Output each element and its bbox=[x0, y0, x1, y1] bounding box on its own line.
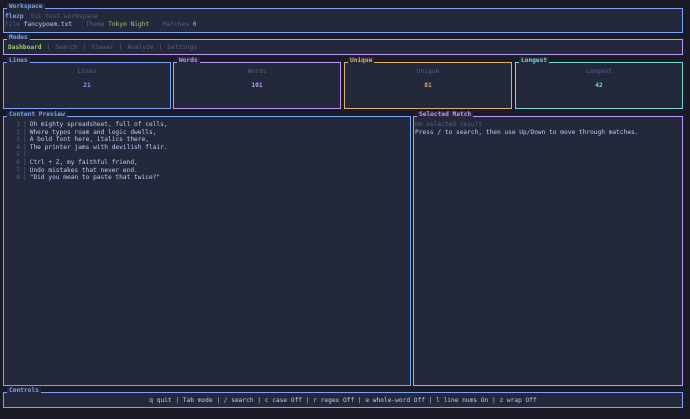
line-number: 7 bbox=[16, 166, 20, 174]
longest-stat-panel: Longest Longest 42 bbox=[515, 57, 683, 109]
longest-stat-value: 42 bbox=[595, 82, 603, 89]
modes-title: Modes bbox=[7, 34, 30, 42]
theme-value: Tokyo Night bbox=[108, 21, 150, 28]
unique-stat-title: Unique bbox=[348, 57, 375, 65]
match-status: No selected result bbox=[415, 121, 483, 128]
preview-line: 5 | bbox=[3, 151, 30, 159]
tab-separator: | bbox=[82, 44, 87, 51]
selected-match-panel: Selected Match No selected result Press … bbox=[413, 111, 683, 386]
app-subtitle: tui text workspace bbox=[30, 13, 98, 20]
keybinding-help: q quit | Tab mode | / search | c case Of… bbox=[149, 397, 537, 404]
longest-stat-title: Longest bbox=[519, 57, 550, 65]
lines-stat-title: Lines bbox=[7, 57, 30, 65]
theme-label: Theme bbox=[85, 21, 105, 28]
line-number: 4 bbox=[16, 143, 20, 151]
tab-analyze[interactable]: Analyze bbox=[127, 44, 153, 51]
content-preview-border bbox=[3, 116, 411, 386]
preview-line: 4 | The printer jams with devilish flair. bbox=[3, 143, 168, 152]
lines-stat-value: 21 bbox=[83, 82, 91, 89]
workspace-title: Workspace bbox=[7, 3, 45, 11]
line-text: Where typos roam and logic dwells, bbox=[29, 128, 157, 136]
match-hint: Press / to search, then use Up/Down to m… bbox=[415, 128, 639, 136]
tab-search[interactable]: Search bbox=[55, 44, 77, 51]
tab-dashboard[interactable]: Dashboard bbox=[8, 44, 42, 51]
file-label: File bbox=[5, 21, 20, 28]
app-name: flezp bbox=[5, 13, 24, 20]
lines-stat-panel: Lines Lines 21 bbox=[3, 57, 171, 109]
unique-stat-value: 81 bbox=[424, 82, 432, 89]
controls-title: Controls bbox=[7, 387, 41, 395]
line-number: 1 bbox=[16, 121, 20, 128]
preview-line: 3 | A bold font here, italics there, bbox=[3, 136, 149, 144]
words-stat-label: Words bbox=[247, 68, 267, 75]
selected-match-title: Selected Match bbox=[417, 111, 474, 119]
matches-value: 0 bbox=[192, 21, 197, 28]
workspace-info-line: File fancypoem.txt Theme Tokyo Night Mat… bbox=[5, 21, 196, 29]
content-preview-title: Content Preview bbox=[7, 111, 67, 119]
words-stat-panel: Words Words 101 bbox=[173, 57, 341, 109]
preview-line: 2 | Where typos roam and logic dwells, bbox=[3, 129, 156, 137]
line-text: A bold font here, italics there, bbox=[29, 136, 149, 144]
line-number: 8 bbox=[16, 174, 20, 182]
preview-line: 7 | Undo mistakes that never end. bbox=[3, 167, 138, 175]
line-text: The printer jams with devilish flair. bbox=[29, 143, 168, 151]
tab-separator: | bbox=[118, 44, 123, 51]
longest-stat-label: Longest bbox=[585, 68, 613, 75]
line-text: Oh mighty spreadsheet, full of cells, bbox=[29, 121, 168, 128]
tab-viewer[interactable]: Viewer bbox=[91, 44, 113, 51]
tab-separator: | bbox=[46, 44, 51, 51]
preview-line: 8 | "Did you mean to paste that twice?" bbox=[3, 174, 160, 182]
line-text: "Did you mean to paste that twice?" bbox=[29, 174, 161, 182]
line-text: Ctrl + Z, my faithful friend, bbox=[29, 159, 138, 166]
matches-label: Matches bbox=[162, 21, 189, 28]
unique-stat-label: Unique bbox=[416, 68, 440, 75]
mode-tabs: Dashboard | Search | Viewer | Analyze | Settings bbox=[8, 44, 197, 52]
tab-settings[interactable]: Settings bbox=[167, 44, 197, 51]
words-stat-title: Words bbox=[177, 57, 200, 65]
words-stat-value: 101 bbox=[251, 82, 263, 89]
line-number: 2 bbox=[16, 128, 20, 136]
selected-match-border bbox=[413, 116, 683, 386]
line-number: 5 bbox=[16, 151, 20, 159]
preview-line: 1 | Oh mighty spreadsheet, full of cells, bbox=[3, 121, 168, 129]
controls-panel: Controls q quit | Tab mode | / search | … bbox=[3, 387, 683, 408]
file-value: fancypoem.txt bbox=[23, 21, 73, 28]
tab-separator: | bbox=[158, 44, 163, 51]
modes-panel: Modes Dashboard | Search | Viewer | Analyze | Se… bbox=[3, 34, 683, 55]
line-text: Undo mistakes that never end. bbox=[29, 166, 138, 174]
lines-stat-label: Lines bbox=[77, 68, 97, 75]
workspace-header-line: flezp tui text workspace bbox=[5, 13, 97, 21]
workspace-panel: Workspace flezp tui text workspace File … bbox=[3, 3, 683, 33]
line-number: 3 bbox=[16, 136, 20, 144]
preview-line: 6 | Ctrl + Z, my faithful friend, bbox=[3, 159, 138, 167]
unique-stat-panel: Unique Unique 81 bbox=[344, 57, 512, 109]
line-number: 6 bbox=[16, 159, 20, 166]
content-preview-panel[interactable]: Content Preview 1 | Oh mighty spreadsheet,… bbox=[3, 111, 411, 386]
